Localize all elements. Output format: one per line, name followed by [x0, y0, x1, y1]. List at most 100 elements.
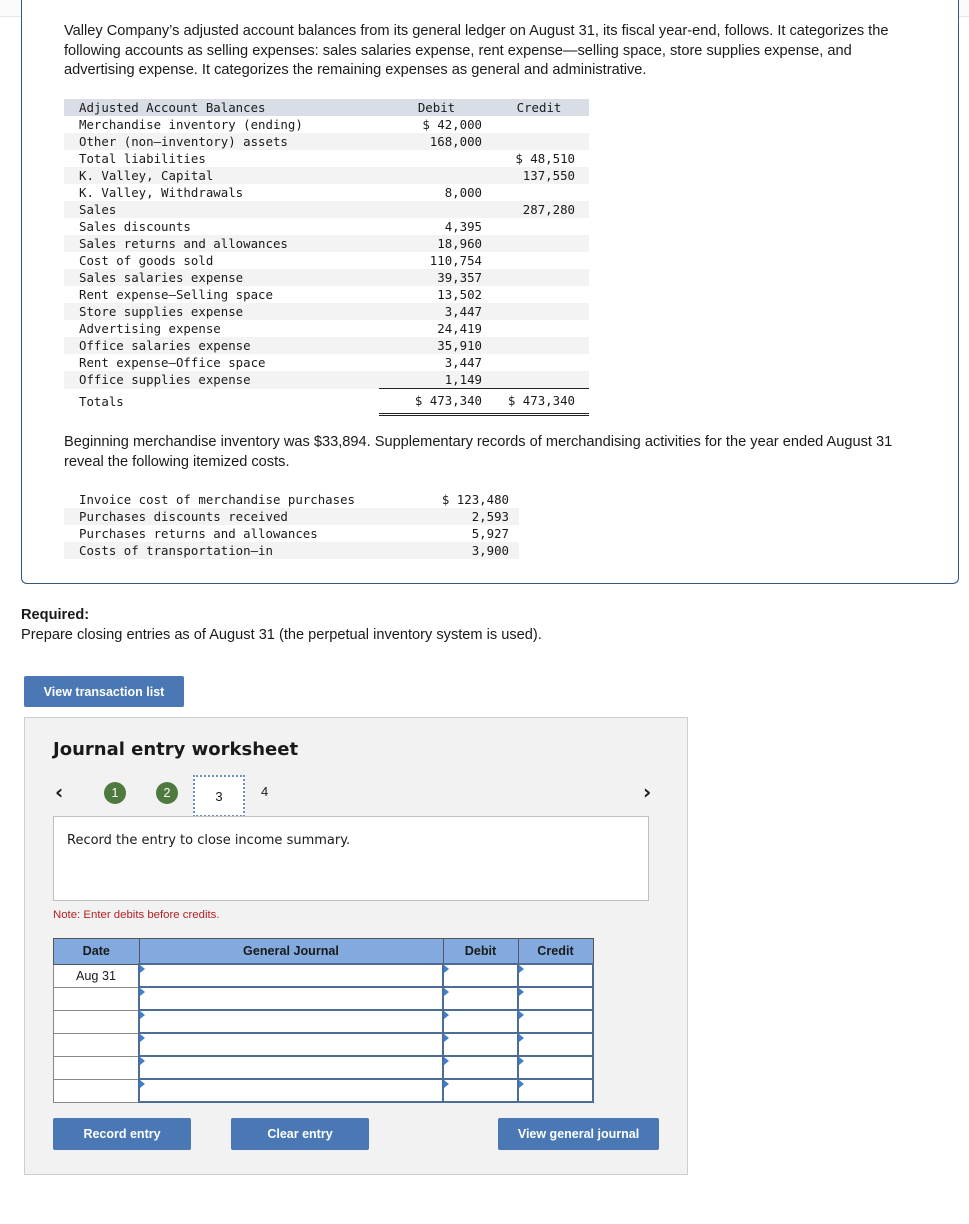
credit-value	[489, 337, 589, 354]
debit-value: 3,447	[444, 355, 482, 370]
table-row: Sales returns and allowances 18,960	[64, 235, 589, 252]
view-general-journal-button[interactable]: View general journal	[498, 1118, 659, 1150]
required-text: Prepare closing entries as of August 31 …	[21, 626, 542, 643]
date-cell	[53, 986, 140, 1011]
account-label: Other (non–inventory) assets	[64, 133, 379, 150]
debit-input-cell	[442, 1032, 519, 1057]
account-label: Sales	[64, 201, 379, 218]
account-input[interactable]	[140, 1080, 442, 1101]
debit-input[interactable]	[444, 1011, 517, 1032]
step-3-button-current[interactable]: 3	[193, 775, 245, 817]
supplementary-costs-table: Invoice cost of merchandise purchases $ 1…	[64, 491, 519, 559]
cost-label: Purchases returns and allowances	[79, 526, 318, 541]
table-row: Cost of goods sold 110,754	[64, 252, 589, 269]
debit-value: 13,502	[437, 287, 482, 302]
debit-input-cell	[442, 1078, 519, 1103]
clear-entry-button[interactable]: Clear entry	[231, 1118, 369, 1150]
credit-value	[489, 320, 589, 337]
credit-input[interactable]	[519, 1034, 592, 1055]
header-date: Date	[53, 938, 140, 965]
credit-value	[489, 371, 589, 389]
journal-row	[53, 986, 594, 1011]
totals-label: Totals	[64, 388, 379, 415]
table-row: Rent expense—Office space 3,447	[64, 354, 589, 371]
credit-value	[489, 354, 589, 371]
account-label: Sales salaries expense	[64, 269, 379, 286]
account-label: Rent expense—Selling space	[79, 287, 273, 302]
account-input[interactable]	[140, 965, 442, 986]
credit-input-cell	[517, 1078, 594, 1103]
credit-input[interactable]	[519, 988, 592, 1009]
account-input-cell	[138, 1009, 444, 1034]
table-row: Sales discounts 4,395	[64, 218, 589, 235]
credit-value: 137,550	[489, 167, 589, 184]
totals-row: Totals $ 473,340 $ 473,340	[64, 388, 589, 416]
table-row: Office salaries expense 35,910	[64, 337, 589, 354]
credit-input[interactable]	[519, 1057, 592, 1078]
journal-row	[53, 1078, 594, 1103]
debit-input[interactable]	[444, 965, 517, 986]
debit-input[interactable]	[444, 1057, 517, 1078]
account-input[interactable]	[140, 1011, 442, 1032]
account-input[interactable]	[140, 988, 442, 1009]
debit-input-cell	[442, 963, 519, 988]
step-1-button[interactable]: 1	[104, 782, 126, 804]
date-cell	[53, 1009, 140, 1034]
step-2-button[interactable]: 2	[156, 782, 178, 804]
credit-input-cell	[517, 1009, 594, 1034]
table-row: Rent expense—Selling space 13,502	[64, 286, 589, 303]
header-general-journal: General Journal	[138, 938, 444, 965]
account-input[interactable]	[140, 1034, 442, 1055]
debit-value: $ 42,000	[422, 117, 482, 132]
credit-value: 287,280	[489, 201, 589, 218]
date-cell: Aug 31	[53, 963, 140, 988]
journal-row: Aug 31	[53, 963, 594, 988]
credit-value	[489, 252, 589, 269]
account-input[interactable]	[140, 1057, 442, 1078]
account-label: Rent expense—Office space	[79, 355, 266, 370]
chevron-left-icon[interactable]: ‹	[55, 780, 63, 804]
cost-label: Costs of transportation–in	[64, 542, 419, 559]
header-debit: Debit	[442, 938, 519, 965]
record-entry-button[interactable]: Record entry	[53, 1118, 191, 1150]
view-transaction-list-button[interactable]: View transaction list	[24, 676, 184, 707]
credit-input[interactable]	[519, 1011, 592, 1032]
debit-input[interactable]	[444, 988, 517, 1009]
totals-credit: $ 473,340	[489, 388, 589, 416]
debit-value	[379, 167, 489, 184]
step-4-button[interactable]: 4	[261, 784, 268, 799]
table-row: Purchases discounts received 2,593	[64, 508, 519, 525]
adjusted-balances-table: Adjusted Account Balances Debit Credit M…	[64, 99, 589, 416]
credit-input-cell	[517, 963, 594, 988]
debit-value: 35,910	[379, 337, 489, 354]
debit-value: 3,447	[379, 303, 489, 320]
journal-entry-worksheet: Journal entry worksheet ‹ 1 2 3 4 › Reco…	[24, 717, 688, 1175]
account-input-cell	[138, 1032, 444, 1057]
table-row: K. Valley, Withdrawals 8,000	[64, 184, 589, 201]
table-row: Merchandise inventory (ending) $ 42,000	[64, 116, 589, 133]
table-row: Invoice cost of merchandise purchases $ 1…	[64, 491, 519, 508]
account-label: K. Valley, Withdrawals	[79, 185, 244, 200]
credit-input[interactable]	[519, 965, 592, 986]
cost-value: 2,593	[419, 508, 519, 525]
debit-input-cell	[442, 986, 519, 1011]
header-credit: Credit	[489, 99, 589, 116]
account-label: Sales returns and allowances	[64, 235, 379, 252]
table-row: Sales salaries expense 39,357	[64, 269, 589, 286]
table-header-row: Adjusted Account Balances Debit Credit	[64, 99, 589, 116]
credit-value	[489, 184, 589, 201]
credit-value: $ 48,510	[515, 151, 575, 166]
account-input-cell	[138, 963, 444, 988]
account-label: Total liabilities	[79, 151, 206, 166]
debit-input[interactable]	[444, 1080, 517, 1101]
table-row: Total liabilities $ 48,510	[64, 150, 589, 167]
credit-input[interactable]	[519, 1080, 592, 1101]
supplementary-paragraph: Beginning merchandise inventory was $33,…	[64, 434, 893, 470]
date-cell	[53, 1078, 140, 1103]
chevron-right-icon[interactable]: ›	[643, 780, 651, 804]
credit-value	[489, 218, 589, 235]
note-text: Note: Enter debits before credits.	[53, 909, 220, 921]
debit-input[interactable]	[444, 1034, 517, 1055]
debit-value: 18,960	[379, 235, 489, 252]
instruction-box: Record the entry to close income summary…	[53, 816, 649, 901]
